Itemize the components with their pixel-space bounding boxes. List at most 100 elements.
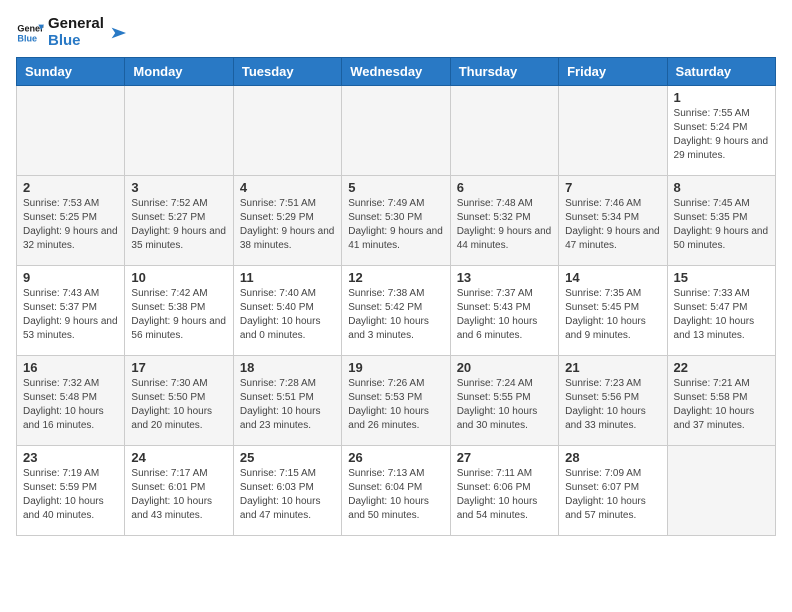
day-info: Sunrise: 7:26 AM Sunset: 5:53 PM Dayligh…: [348, 377, 443, 433]
calendar-cell: 10 Sunrise: 7:42 AM Sunset: 5:38 PM Dayli…: [125, 266, 233, 356]
day-number: 8: [674, 180, 769, 195]
day-info: Sunrise: 7:28 AM Sunset: 5:51 PM Dayligh…: [240, 377, 335, 433]
logo-blue: Blue: [48, 33, 104, 50]
day-info: Sunrise: 7:15 AM Sunset: 6:03 PM Dayligh…: [240, 467, 335, 523]
day-info: Sunrise: 7:13 AM Sunset: 6:04 PM Dayligh…: [348, 467, 443, 523]
calendar-cell: 14Sunrise: 7:35 AM Sunset: 5:45 PM Dayli…: [559, 266, 667, 356]
calendar-cell: [233, 86, 341, 176]
calendar-cell: 8 Sunrise: 7:45 AM Sunset: 5:35 PM Daylig…: [667, 176, 775, 266]
calendar-week-4: 23Sunrise: 7:19 AM Sunset: 5:59 PM Dayli…: [17, 446, 776, 536]
day-number: 2: [23, 180, 118, 195]
day-number: 20: [457, 360, 552, 375]
day-number: 6: [457, 180, 552, 195]
calendar-week-3: 16 Sunrise: 7:32 AM Sunset: 5:48 PM Dayli…: [17, 356, 776, 446]
day-info: Sunrise: 7:43 AM Sunset: 5:37 PM Dayligh…: [23, 287, 118, 343]
calendar-table: SundayMondayTuesdayWednesdayThursdayFrid…: [16, 57, 776, 536]
day-number: 4: [240, 180, 335, 195]
calendar-cell: 9 Sunrise: 7:43 AM Sunset: 5:37 PM Daylig…: [17, 266, 125, 356]
header-saturday: Saturday: [667, 58, 775, 86]
calendar-cell: [559, 86, 667, 176]
day-info: Sunrise: 7:49 AM Sunset: 5:30 PM Dayligh…: [348, 197, 443, 253]
calendar-cell: 26 Sunrise: 7:13 AM Sunset: 6:04 PM Dayli…: [342, 446, 450, 536]
day-number: 11: [240, 270, 335, 285]
calendar-cell: 25 Sunrise: 7:15 AM Sunset: 6:03 PM Dayli…: [233, 446, 341, 536]
day-info: Sunrise: 7:55 AM Sunset: 5:24 PM Dayligh…: [674, 107, 769, 163]
calendar-cell: 2 Sunrise: 7:53 AM Sunset: 5:25 PM Daylig…: [17, 176, 125, 266]
day-number: 3: [131, 180, 226, 195]
header-thursday: Thursday: [450, 58, 558, 86]
day-number: 18: [240, 360, 335, 375]
day-info: Sunrise: 7:24 AM Sunset: 5:55 PM Dayligh…: [457, 377, 552, 433]
header-monday: Monday: [125, 58, 233, 86]
day-number: 5: [348, 180, 443, 195]
day-number: 17: [131, 360, 226, 375]
day-number: 28: [565, 450, 660, 465]
day-info: Sunrise: 7:40 AM Sunset: 5:40 PM Dayligh…: [240, 287, 335, 343]
page-header: General Blue General Blue: [16, 16, 776, 49]
logo: General Blue General Blue: [16, 16, 126, 49]
day-info: Sunrise: 7:45 AM Sunset: 5:35 PM Dayligh…: [674, 197, 769, 253]
day-number: 13: [457, 270, 552, 285]
day-number: 7: [565, 180, 660, 195]
header-tuesday: Tuesday: [233, 58, 341, 86]
calendar-cell: [667, 446, 775, 536]
calendar-cell: 16 Sunrise: 7:32 AM Sunset: 5:48 PM Dayli…: [17, 356, 125, 446]
day-info: Sunrise: 7:32 AM Sunset: 5:48 PM Dayligh…: [23, 377, 118, 433]
header-sunday: Sunday: [17, 58, 125, 86]
calendar-cell: 22 Sunrise: 7:21 AM Sunset: 5:58 PM Dayli…: [667, 356, 775, 446]
calendar-cell: [125, 86, 233, 176]
calendar-cell: 5 Sunrise: 7:49 AM Sunset: 5:30 PM Daylig…: [342, 176, 450, 266]
calendar-cell: 21 Sunrise: 7:23 AM Sunset: 5:56 PM Dayli…: [559, 356, 667, 446]
calendar-cell: 4 Sunrise: 7:51 AM Sunset: 5:29 PM Daylig…: [233, 176, 341, 266]
calendar-cell: [342, 86, 450, 176]
day-number: 9: [23, 270, 118, 285]
day-info: Sunrise: 7:52 AM Sunset: 5:27 PM Dayligh…: [131, 197, 226, 253]
day-number: 21: [565, 360, 660, 375]
day-info: Sunrise: 7:11 AM Sunset: 6:06 PM Dayligh…: [457, 467, 552, 523]
calendar-cell: 18 Sunrise: 7:28 AM Sunset: 5:51 PM Dayli…: [233, 356, 341, 446]
calendar-cell: 1Sunrise: 7:55 AM Sunset: 5:24 PM Daylig…: [667, 86, 775, 176]
calendar-cell: 27 Sunrise: 7:11 AM Sunset: 6:06 PM Dayli…: [450, 446, 558, 536]
day-number: 16: [23, 360, 118, 375]
day-info: Sunrise: 7:53 AM Sunset: 5:25 PM Dayligh…: [23, 197, 118, 253]
day-number: 19: [348, 360, 443, 375]
day-info: Sunrise: 7:17 AM Sunset: 6:01 PM Dayligh…: [131, 467, 226, 523]
day-number: 25: [240, 450, 335, 465]
calendar-cell: 23Sunrise: 7:19 AM Sunset: 5:59 PM Dayli…: [17, 446, 125, 536]
calendar-header-row: SundayMondayTuesdayWednesdayThursdayFrid…: [17, 58, 776, 86]
calendar-cell: 12Sunrise: 7:38 AM Sunset: 5:42 PM Dayli…: [342, 266, 450, 356]
calendar-cell: 19 Sunrise: 7:26 AM Sunset: 5:53 PM Dayli…: [342, 356, 450, 446]
logo-icon: General Blue: [16, 19, 44, 47]
day-info: Sunrise: 7:33 AM Sunset: 5:47 PM Dayligh…: [674, 287, 769, 343]
day-number: 10: [131, 270, 226, 285]
day-number: 24: [131, 450, 226, 465]
day-number: 27: [457, 450, 552, 465]
calendar-week-2: 9 Sunrise: 7:43 AM Sunset: 5:37 PM Daylig…: [17, 266, 776, 356]
day-info: Sunrise: 7:23 AM Sunset: 5:56 PM Dayligh…: [565, 377, 660, 433]
day-info: Sunrise: 7:35 AM Sunset: 5:45 PM Dayligh…: [565, 287, 660, 343]
header-wednesday: Wednesday: [342, 58, 450, 86]
calendar-cell: 11 Sunrise: 7:40 AM Sunset: 5:40 PM Dayli…: [233, 266, 341, 356]
day-info: Sunrise: 7:48 AM Sunset: 5:32 PM Dayligh…: [457, 197, 552, 253]
day-info: Sunrise: 7:37 AM Sunset: 5:43 PM Dayligh…: [457, 287, 552, 343]
day-info: Sunrise: 7:38 AM Sunset: 5:42 PM Dayligh…: [348, 287, 443, 343]
calendar-cell: 17Sunrise: 7:30 AM Sunset: 5:50 PM Dayli…: [125, 356, 233, 446]
day-number: 15: [674, 270, 769, 285]
calendar-cell: 7 Sunrise: 7:46 AM Sunset: 5:34 PM Daylig…: [559, 176, 667, 266]
calendar-week-0: 1Sunrise: 7:55 AM Sunset: 5:24 PM Daylig…: [17, 86, 776, 176]
calendar-cell: 15 Sunrise: 7:33 AM Sunset: 5:47 PM Dayli…: [667, 266, 775, 356]
svg-text:Blue: Blue: [17, 33, 37, 43]
day-number: 22: [674, 360, 769, 375]
calendar-cell: 24 Sunrise: 7:17 AM Sunset: 6:01 PM Dayli…: [125, 446, 233, 536]
header-friday: Friday: [559, 58, 667, 86]
calendar-cell: 20 Sunrise: 7:24 AM Sunset: 5:55 PM Dayli…: [450, 356, 558, 446]
day-info: Sunrise: 7:51 AM Sunset: 5:29 PM Dayligh…: [240, 197, 335, 253]
calendar-cell: 6 Sunrise: 7:48 AM Sunset: 5:32 PM Daylig…: [450, 176, 558, 266]
calendar-cell: [17, 86, 125, 176]
day-info: Sunrise: 7:21 AM Sunset: 5:58 PM Dayligh…: [674, 377, 769, 433]
day-number: 26: [348, 450, 443, 465]
calendar-week-1: 2 Sunrise: 7:53 AM Sunset: 5:25 PM Daylig…: [17, 176, 776, 266]
day-info: Sunrise: 7:46 AM Sunset: 5:34 PM Dayligh…: [565, 197, 660, 253]
logo-general: General: [48, 16, 104, 33]
day-info: Sunrise: 7:42 AM Sunset: 5:38 PM Dayligh…: [131, 287, 226, 343]
